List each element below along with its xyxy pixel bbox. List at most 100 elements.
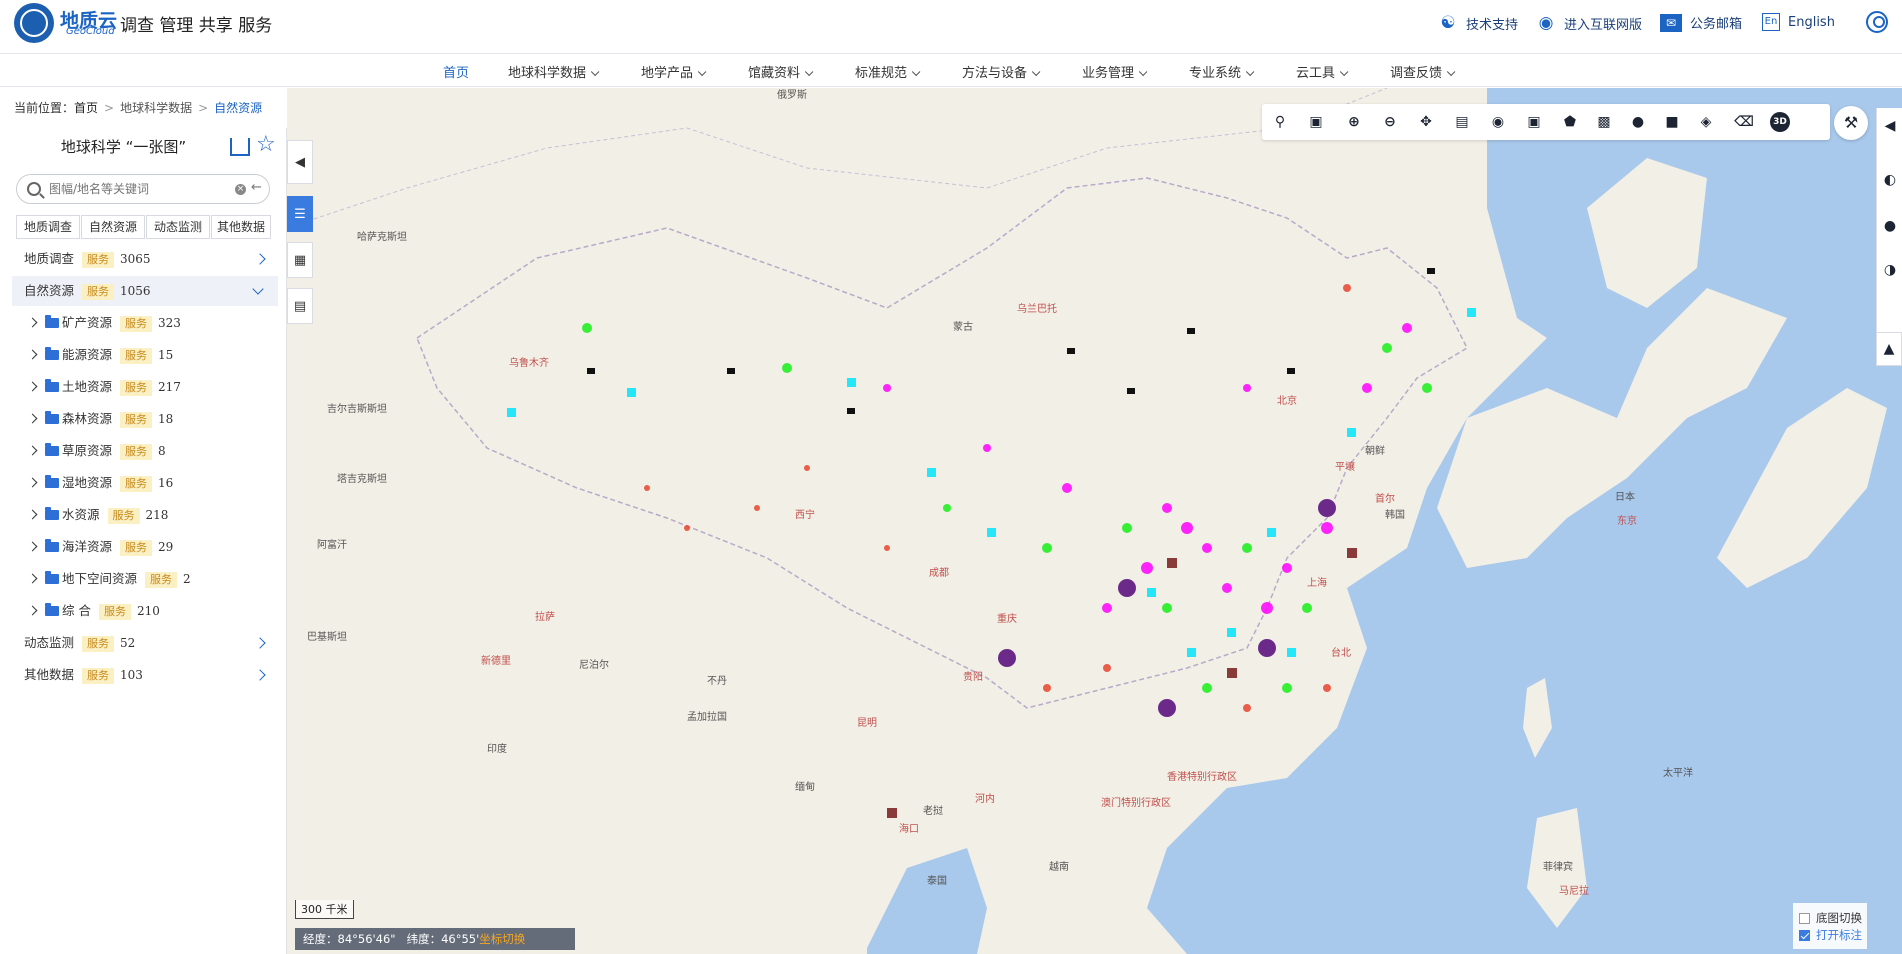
expand-left-icon[interactable]: ◀ [1880, 116, 1900, 136]
tab-geo-survey[interactable]: 地质调查 [16, 215, 80, 239]
save-icon[interactable]: ■ [1662, 112, 1682, 132]
expand-icon[interactable] [27, 573, 38, 584]
search-icon[interactable] [27, 182, 41, 196]
subcategory-grassland[interactable]: 草原资源 服务 8 [12, 436, 278, 466]
report-icon[interactable]: ▩ [1594, 112, 1614, 132]
checkbox[interactable] [1799, 929, 1810, 941]
nav-business[interactable]: 业务管理 [1082, 62, 1148, 81]
subcategory-land[interactable]: 土地资源 服务 217 [12, 372, 278, 402]
full-extent-icon[interactable]: ▣ [1306, 112, 1326, 132]
expand-icon[interactable] [27, 413, 38, 424]
overlay-globe-icon[interactable]: ◑ [1880, 260, 1900, 280]
nav-earth-science-data[interactable]: 地球科学数据 [508, 62, 600, 81]
layers-button[interactable]: ☰ [287, 196, 313, 232]
nav-feedback[interactable]: 调查反馈 [1390, 62, 1456, 81]
nav-standards[interactable]: 标准规范 [855, 62, 921, 81]
geocloud-logo[interactable] [14, 3, 54, 43]
breadcrumb-home[interactable]: 首页 [74, 101, 98, 115]
subcategory-forest[interactable]: 森林资源 服务 18 [12, 404, 278, 434]
water-drop-icon[interactable]: ● [1880, 216, 1900, 236]
nav-cloud-tools[interactable]: 云工具 [1296, 62, 1349, 81]
map-label: 菲律宾 [1543, 862, 1573, 873]
category-other-data[interactable]: 其他数据 服务 103 [12, 660, 278, 690]
eraser-icon[interactable]: ⌫ [1734, 112, 1754, 132]
expand-icon[interactable] [27, 381, 38, 392]
map-canvas[interactable]: 俄罗斯 蒙古 乌兰巴托 哈萨克斯坦 吉尔吉斯斯坦 塔吉克斯坦 阿富汗 巴基斯坦 … [287, 88, 1902, 954]
service-badge: 服务 [120, 412, 153, 428]
folder-icon [45, 315, 59, 328]
clear-icon[interactable]: × [235, 184, 246, 195]
expand-icon[interactable] [27, 349, 38, 360]
folder-icon [45, 443, 59, 456]
subcategory-underground[interactable]: 地下空间资源 服务 2 [12, 564, 278, 594]
labels-toggle[interactable]: 打开标注 [1799, 927, 1862, 943]
user-icon[interactable] [1866, 11, 1888, 33]
arrow-left-icon[interactable]: ← [251, 180, 262, 195]
coordinate-switch[interactable]: 坐标切换 [479, 932, 525, 946]
nav-systems[interactable]: 专业系统 [1189, 62, 1255, 81]
internet-version-link[interactable]: ◉ 进入互联网版 [1536, 13, 1642, 33]
circle-select-icon[interactable]: ◉ [1488, 112, 1508, 132]
zoom-out-icon[interactable]: ⊖ [1380, 112, 1400, 132]
map-label: 韩国 [1385, 510, 1405, 521]
search-input[interactable] [49, 179, 235, 199]
expand-icon[interactable] [27, 477, 38, 488]
expand-icon[interactable] [27, 317, 38, 328]
globe-icon: ◉ [1538, 13, 1554, 33]
zoom-in-icon[interactable]: ⊕ [1344, 112, 1364, 132]
map-label: 乌鲁木齐 [509, 358, 549, 369]
checkbox[interactable] [1799, 912, 1810, 924]
chart-icon[interactable]: ▲ [1876, 332, 1902, 366]
3d-box-button[interactable]: ▦ [287, 242, 313, 278]
subcategory-mineral[interactable]: 矿产资源 服务 323 [12, 308, 278, 338]
category-natural-resources[interactable]: 自然资源 服务 1056 [12, 276, 278, 306]
tools-icon[interactable]: ⚒ [1834, 106, 1868, 140]
measure-icon[interactable]: ▤ [1452, 112, 1472, 132]
service-badge: 服务 [82, 252, 115, 268]
basemap-globe-icon[interactable]: ◐ [1880, 170, 1900, 190]
map-label: 越南 [1049, 862, 1069, 873]
database-icon[interactable] [230, 138, 250, 156]
category-geo-survey[interactable]: 地质调查 服务 3065 [12, 244, 278, 274]
expand-icon[interactable] [27, 509, 38, 520]
category-dynamic-monitoring[interactable]: 动态监测 服务 52 [12, 628, 278, 658]
subcategory-energy[interactable]: 能源资源 服务 15 [12, 340, 278, 370]
3d-icon[interactable]: 3D [1770, 112, 1790, 132]
nav-geo-products[interactable]: 地学产品 [641, 62, 707, 81]
basemap-switch-toggle[interactable]: 底图切换 [1799, 910, 1862, 926]
header: 地质云 GeoCloud 调查 管理 共享 服务 ☯ 技术支持 ◉ 进入互联网版… [0, 0, 1902, 54]
subcategory-wetland[interactable]: 湿地资源 服务 16 [12, 468, 278, 498]
map-label: 昆明 [857, 718, 877, 729]
subcategory-water[interactable]: 水资源 服务 218 [12, 500, 278, 530]
marker-icon[interactable]: ● [1628, 112, 1648, 132]
tab-natural-resources[interactable]: 自然资源 [81, 215, 145, 239]
expand-icon[interactable] [27, 541, 38, 552]
english-link[interactable]: En English [1762, 13, 1835, 31]
locate-icon[interactable]: ◈ [1696, 112, 1716, 132]
nav-home[interactable]: 首页 [443, 62, 470, 90]
chevron-left-icon: ◀ [295, 154, 305, 170]
tab-dynamic-monitoring[interactable]: 动态监测 [146, 215, 210, 239]
subcategory-ocean[interactable]: 海洋资源 服务 29 [12, 532, 278, 562]
subcategory-comprehensive[interactable]: 综 合服务 210 [12, 596, 278, 626]
breadcrumb-earth-data[interactable]: 地球科学数据 [120, 101, 192, 115]
map-label: 太平洋 [1663, 768, 1693, 779]
mail-link[interactable]: ✉ 公务邮箱 [1660, 13, 1742, 32]
chevron-down-icon [252, 283, 264, 295]
tech-support-link[interactable]: ☯ 技术支持 [1438, 13, 1518, 33]
star-icon[interactable]: ☆ [256, 134, 276, 156]
folder-icon [45, 475, 59, 488]
expand-icon[interactable] [27, 445, 38, 456]
tab-other-data[interactable]: 其他数据 [211, 215, 271, 239]
polygon-select-icon[interactable]: ⬟ [1560, 112, 1580, 132]
chevron-down-icon [1031, 67, 1041, 77]
pan-icon[interactable]: ✥ [1416, 112, 1436, 132]
rect-select-icon[interactable]: ▣ [1524, 112, 1544, 132]
legend-button[interactable]: ▤ [287, 288, 313, 324]
query-icon[interactable]: ⚲ [1270, 112, 1290, 132]
scale-bar: 300 千米 [295, 900, 354, 919]
collapse-panel-button[interactable]: ◀ [287, 140, 313, 184]
nav-collections[interactable]: 馆藏资料 [748, 62, 814, 81]
expand-icon[interactable] [27, 605, 38, 616]
nav-methods[interactable]: 方法与设备 [962, 62, 1041, 81]
